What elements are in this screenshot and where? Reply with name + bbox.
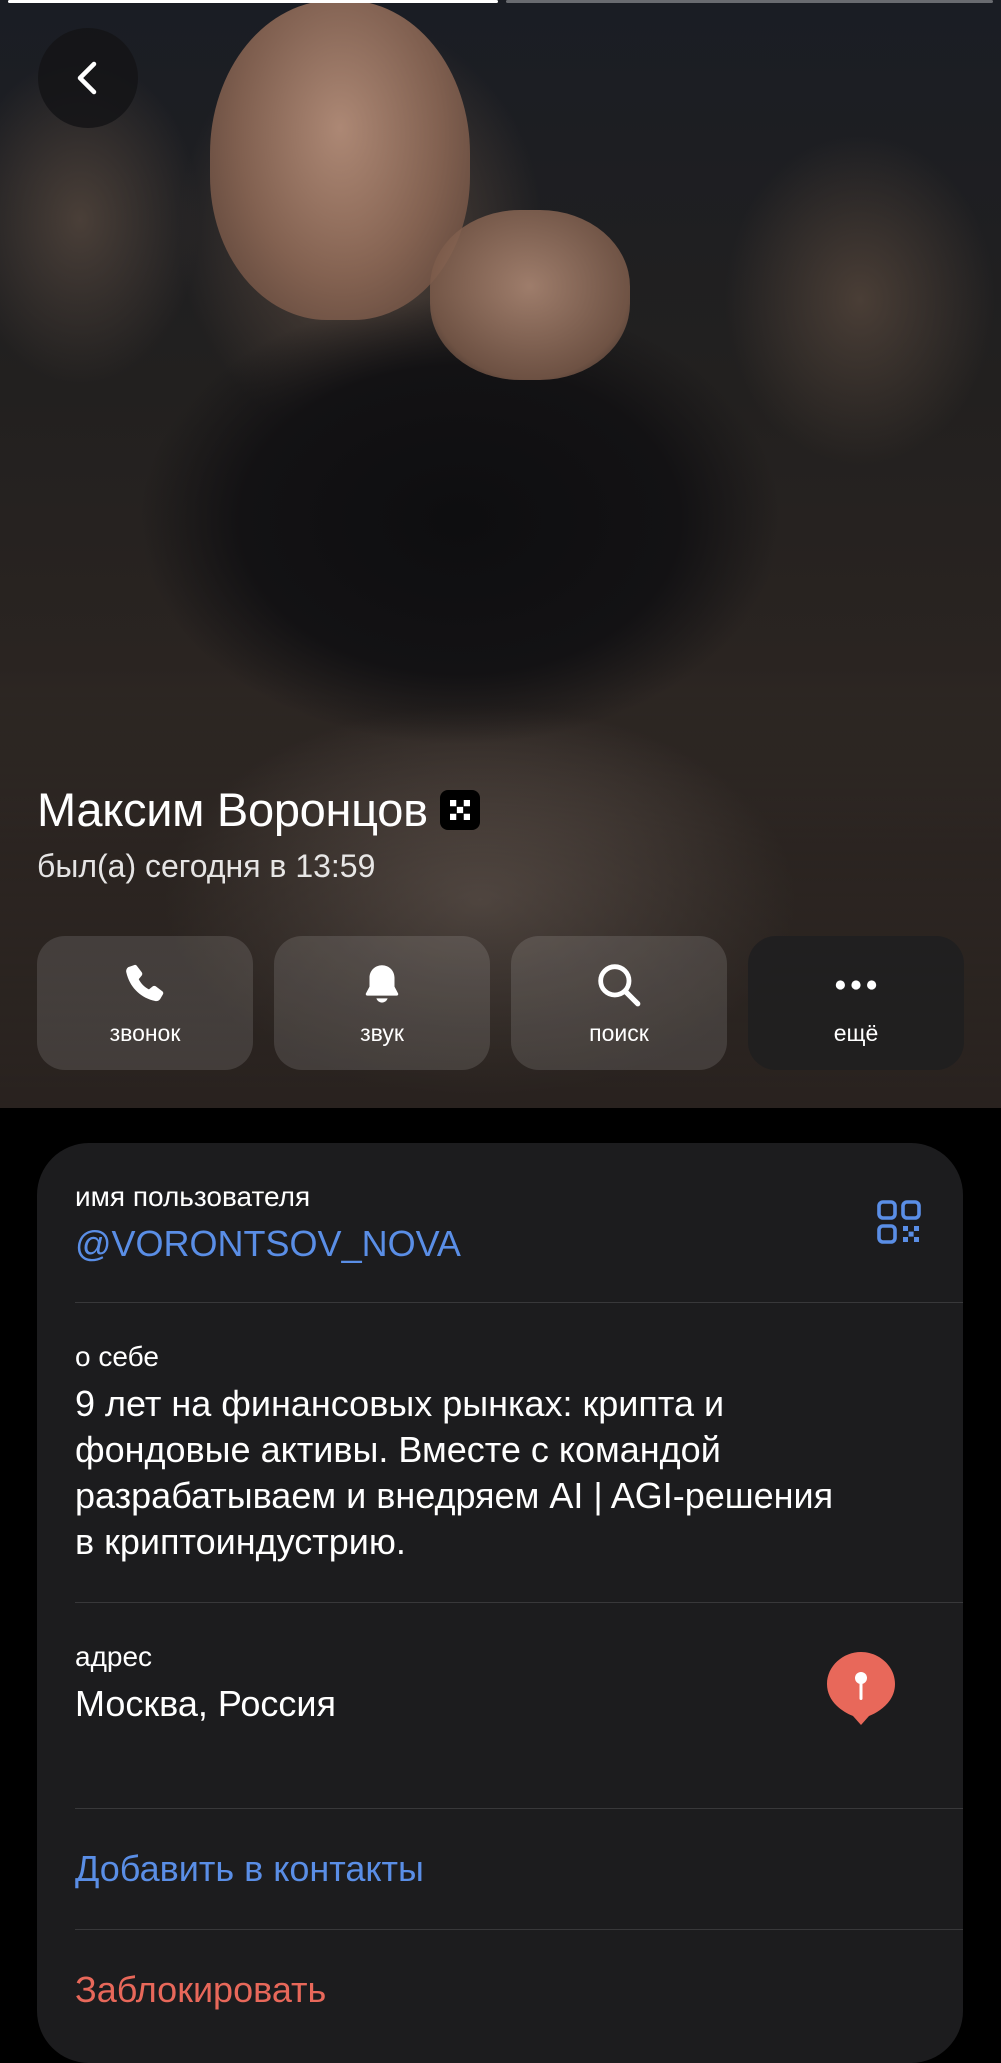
username-label: имя пользователя (75, 1181, 311, 1212)
bell-icon (365, 964, 399, 1003)
info-card: имя пользователя @VORONTSOV_NOVA о себе … (37, 1143, 963, 2063)
divider (75, 1302, 963, 1303)
add-contact-button[interactable]: Добавить в контакты (75, 1848, 424, 1890)
username-row[interactable]: имя пользователя @VORONTSOV_NOVA (75, 1181, 925, 1267)
qr-code-icon[interactable] (875, 1198, 923, 1246)
more-label: ещё (833, 1019, 879, 1046)
profile-name: Максим Воронцов (37, 783, 428, 836)
last-seen-status: был(а) сегодня в 13:59 (37, 848, 376, 884)
emoji-status-icon[interactable] (439, 789, 480, 830)
divider (75, 1808, 963, 1809)
username-value[interactable]: @VORONTSOV_NOVA (75, 1221, 925, 1267)
bio-label: о себе (75, 1341, 159, 1372)
more-icon (835, 979, 877, 990)
search-label: поиск (589, 1019, 649, 1046)
bio-line: разрабатываем и внедряем AI | AGI-решени… (75, 1475, 834, 1516)
bio-line: 9 лет на финансовых рынках: крипта и (75, 1383, 725, 1424)
call-label: звонок (109, 1019, 181, 1046)
back-button[interactable] (38, 28, 138, 128)
sound-button[interactable]: звук (274, 936, 490, 1070)
action-buttons: звонок звук поиск ещё (37, 936, 964, 1070)
divider (75, 1602, 963, 1603)
bio-line: фондовые активы. Вместе с командой (75, 1429, 721, 1470)
bio-text: 9 лет на финансовых рынках: крипта и фон… (75, 1381, 925, 1565)
address-row[interactable]: адрес Москва, Россия (75, 1641, 925, 1727)
bio-row: о себе 9 лет на финансовых рынках: крипт… (75, 1341, 925, 1565)
search-icon (598, 963, 641, 1006)
call-button[interactable]: звонок (37, 936, 253, 1070)
photo-indicator (506, 0, 993, 3)
photo-indicator-active (8, 0, 498, 3)
chevron-left-icon (77, 61, 97, 95)
search-button[interactable]: поиск (511, 936, 727, 1070)
map-pin-icon[interactable] (825, 1650, 897, 1726)
sound-label: звук (360, 1019, 404, 1046)
profile-name-row: Максим Воронцов (37, 782, 480, 837)
more-button[interactable]: ещё (748, 936, 964, 1070)
photo-hand (430, 210, 630, 380)
block-button[interactable]: Заблокировать (75, 1969, 326, 2011)
bio-line: в криптоиндустрию. (75, 1521, 406, 1562)
phone-icon (126, 964, 164, 1001)
address-value: Москва, Россия (75, 1683, 336, 1724)
address-label: адрес (75, 1641, 153, 1672)
divider (75, 1929, 963, 1930)
